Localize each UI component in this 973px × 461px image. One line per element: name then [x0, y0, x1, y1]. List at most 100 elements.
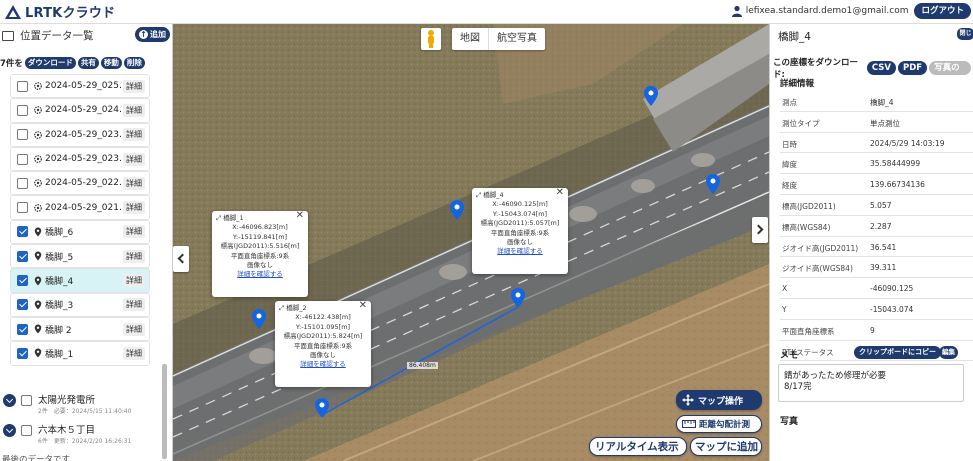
distance-label: 86.408m — [407, 362, 438, 369]
list-item[interactable]: 2024-05-29_025… 詳細 — [10, 74, 150, 99]
item-checkbox[interactable] — [17, 129, 28, 141]
item-checkbox[interactable] — [17, 80, 28, 92]
point-popup: ⤢ 橋脚_1 ✕ X:-46096.823[m] Y:-15119.841[m]… — [212, 210, 308, 297]
item-checkbox[interactable] — [17, 177, 28, 189]
group-checkbox[interactable] — [21, 425, 32, 436]
popup-detail-link[interactable]: 詳細を確認する — [476, 247, 564, 256]
delete-button[interactable]: 削除 — [123, 57, 145, 69]
popup-title-text: 橋脚_1 — [223, 214, 244, 222]
item-checkbox[interactable] — [17, 153, 28, 165]
group-row[interactable]: 六本木５丁目 6件 更新：2024/2/20 16:26:31 — [2, 418, 162, 448]
close-button[interactable]: 閉じる — [957, 28, 973, 49]
edit-memo-button[interactable]: 編集 — [939, 346, 958, 359]
tab-map[interactable]: 地図 — [452, 28, 488, 50]
distance-measure-button[interactable]: 距離勾配計測 — [676, 415, 762, 433]
group-checkbox[interactable] — [21, 395, 32, 406]
ruler-icon — [682, 420, 696, 428]
chevron-down-icon[interactable] — [3, 424, 16, 437]
memo-box[interactable]: 錆があったため修理が必要 8/17完 — [778, 364, 964, 402]
collapse-left-panel-button[interactable] — [173, 246, 189, 272]
map-pin-icon[interactable] — [252, 309, 266, 329]
popup-detail-link[interactable]: 詳細を確認する — [216, 270, 304, 279]
detail-value: 35.58444999 — [870, 159, 921, 169]
map-operation-button[interactable]: マップ操作 — [676, 390, 762, 410]
item-checkbox[interactable] — [17, 275, 28, 287]
detail-row: 経度 139.66734136 — [780, 174, 973, 195]
item-checkbox[interactable] — [17, 104, 28, 116]
popup-detail-link[interactable]: 詳細を確認する — [279, 360, 367, 369]
tab-satellite[interactable]: 航空写真 — [488, 28, 545, 50]
popup-line: Y:-15119.841[m] — [232, 232, 288, 241]
add-to-map-button[interactable]: マップに追加 — [690, 437, 762, 456]
detail-row: ジオイド高(WGS84) 39.311 — [780, 257, 973, 279]
list-item[interactable]: 2024-05-29_024… 詳細 — [10, 98, 150, 123]
map-pin-icon[interactable] — [511, 288, 525, 308]
item-detail-button[interactable]: 詳細 — [123, 225, 145, 239]
list-toolbar: 7件を ダウンロード 共有 移動 削除 — [0, 57, 147, 69]
list-item[interactable]: 2024-05-29_021… 詳細 — [10, 195, 150, 220]
close-icon[interactable]: ✕ — [359, 300, 367, 310]
item-detail-button[interactable]: 詳細 — [123, 298, 145, 312]
list-item[interactable]: 2024-05-29_023… 詳細 — [10, 122, 150, 147]
detail-row: Y -15043.074 — [780, 299, 973, 320]
list-item[interactable]: 橋脚_1 詳細 — [10, 341, 150, 366]
item-detail-button[interactable]: 詳細 — [123, 274, 145, 288]
item-checkbox[interactable] — [17, 226, 28, 238]
download-button[interactable]: ダウンロード — [24, 57, 76, 69]
collapse-right-panel-button[interactable] — [752, 217, 768, 243]
item-detail-button[interactable]: 詳細 — [123, 346, 145, 360]
street-view-pegman[interactable] — [421, 28, 441, 50]
selected-count: 7件を — [0, 59, 23, 69]
close-icon[interactable]: ✕ — [556, 187, 564, 197]
share-button[interactable]: 共有 — [77, 57, 99, 69]
detail-key: 緯度 — [782, 160, 797, 170]
item-detail-button[interactable]: 詳細 — [123, 79, 145, 93]
item-detail-button[interactable]: 詳細 — [123, 128, 145, 142]
gear-icon — [34, 106, 42, 115]
list-item[interactable]: 2024-05-29_023… 詳細 — [10, 146, 150, 172]
item-detail-button[interactable]: 詳細 — [123, 322, 145, 336]
item-checkbox[interactable] — [17, 250, 28, 262]
list-item[interactable]: 橋脚_4 詳細 — [10, 268, 150, 293]
item-detail-button[interactable]: 詳細 — [123, 176, 145, 190]
popup-line: 標高(JGD2011):5.057[m] — [480, 219, 560, 228]
move-button[interactable]: 移動 — [100, 57, 122, 69]
map-pin-icon[interactable] — [315, 398, 329, 418]
item-detail-button[interactable]: 詳細 — [123, 201, 145, 215]
item-checkbox[interactable] — [17, 323, 28, 335]
list-item[interactable]: 橋脚_5 詳細 — [10, 244, 150, 269]
download-photo-button[interactable]: 写真のみ — [929, 61, 971, 87]
item-detail-button[interactable]: 詳細 — [123, 152, 145, 166]
point-popup: ⤢ 橋脚_2 ✕ X:-46122.438[m] Y:-15101.095[m]… — [275, 300, 371, 387]
list-scrollbar[interactable] — [162, 364, 167, 459]
download-csv-button[interactable]: CSV — [866, 61, 896, 75]
list-item[interactable]: 2024-05-29_022… 詳細 — [10, 171, 150, 196]
list-item[interactable]: 橋脚 2 詳細 — [10, 316, 150, 342]
item-checkbox[interactable] — [17, 347, 28, 359]
app-logo[interactable]: LRTKクラウド — [4, 0, 115, 24]
add-button[interactable]: ↑ 追加 — [135, 27, 170, 42]
logout-button[interactable]: ログアウト — [914, 3, 971, 19]
item-checkbox[interactable] — [17, 299, 28, 311]
popup-title-text: 橋脚_2 — [286, 304, 307, 312]
group-row[interactable]: 太陽光発電所 2件 必要：2024/5/15 11:40:40 — [2, 388, 162, 418]
download-pdf-button[interactable]: PDF — [898, 61, 928, 75]
realtime-display-button[interactable]: リアルタイム表示 — [589, 437, 687, 456]
end-of-list-label: 最後のデータです — [2, 455, 71, 461]
map-view[interactable]: 地図 航空写真 86.408m ⤢ 橋脚_1 ✕ X:-46096.823[m]… — [173, 24, 769, 461]
map-pin-icon[interactable] — [644, 86, 658, 106]
close-icon[interactable]: ✕ — [296, 210, 304, 220]
memo-line: 錆があったため修理が必要 — [784, 371, 887, 381]
copy-clipboard-button[interactable]: クリップボードにコピー — [854, 346, 941, 359]
item-detail-button[interactable]: 詳細 — [123, 249, 145, 263]
map-pin-icon[interactable] — [450, 200, 464, 220]
list-item[interactable]: 橋脚_6 詳細 — [10, 219, 150, 245]
list-item[interactable]: 橋脚_3 詳細 — [10, 292, 150, 317]
detail-row: 日時 2024/5/29 14:03:19 — [780, 133, 973, 154]
move-icon — [682, 394, 694, 406]
item-checkbox[interactable] — [17, 202, 28, 214]
map-pin-icon[interactable] — [706, 174, 720, 194]
item-detail-button[interactable]: 詳細 — [123, 103, 145, 117]
chevron-down-icon[interactable] — [3, 394, 16, 407]
popup-line: 平面直角座標系:9系 — [230, 251, 290, 260]
